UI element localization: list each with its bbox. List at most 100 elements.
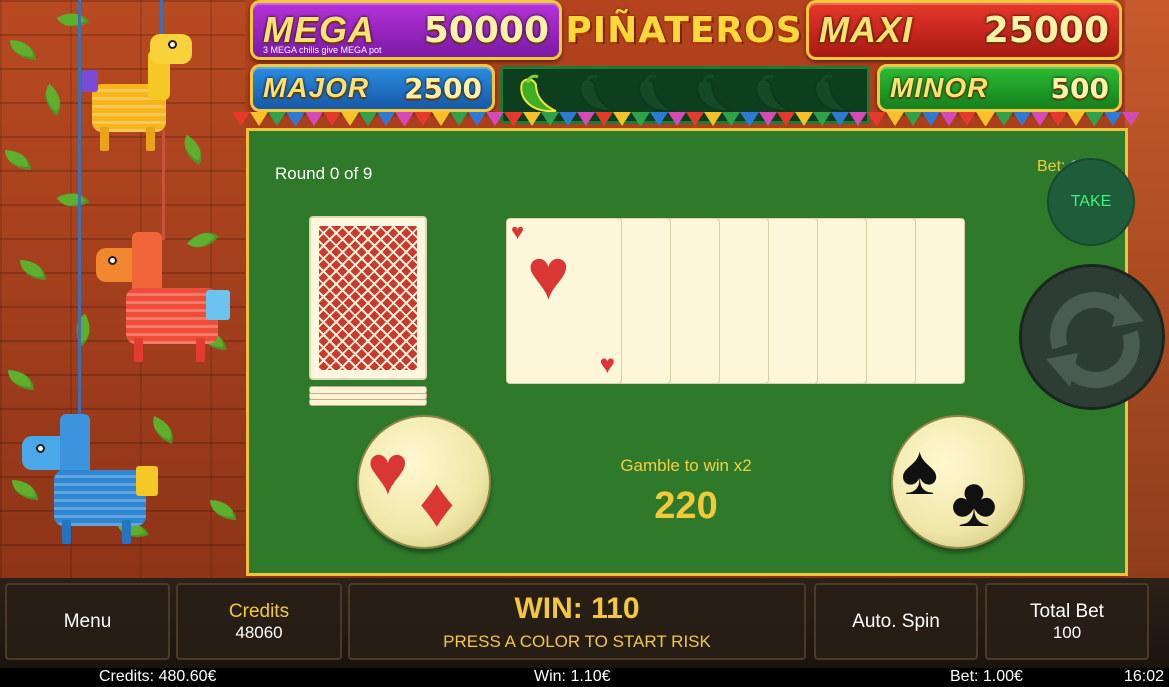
heart-icon: ♥ [527,235,570,315]
bunting-flag [776,112,795,126]
diamond-icon: ♦ [419,463,455,541]
blue-pinata [22,410,162,555]
bunting-flag [921,112,941,126]
bunting-flag [867,112,886,126]
bunting-flag [667,112,686,126]
status-bet: Bet: 1.00€ [950,668,1023,685]
minor-jackpot-name: MINOR [890,72,989,103]
chili-icon [520,74,557,113]
bunting-flag [685,112,705,126]
bunting-flag [359,112,378,126]
bunting-flag [903,112,922,126]
status-bar: Credits: 480.60€ Win: 1.10€ Bet: 1.00€ 1… [0,668,1169,687]
bunting-flag [958,112,977,126]
bunting-flag [304,112,323,126]
win-amount: WIN: 110 [514,591,640,625]
heart-icon: ♥ [367,431,409,509]
bunting-flag [649,112,668,126]
take-button[interactable]: TAKE [1047,158,1135,246]
bunting-flag [486,112,505,126]
bunting-flag [831,112,850,126]
major-jackpot-value: 2500 [404,71,482,105]
chili-icon [813,74,851,113]
mega-jackpot-note: 3 MEGA chilis give MEGA pot [263,45,382,55]
bunting-flag [377,112,396,126]
bunting-flag [268,112,287,126]
round-counter: Round 0 of 9 [275,164,373,183]
bunting-flag [1049,112,1068,126]
bunting-flag [322,112,341,126]
maxi-jackpot-name: MAXI [819,9,913,50]
bunting-flag [849,112,868,126]
mega-jackpot: MEGA 50000 3 MEGA chilis give MEGA pot [250,0,562,60]
bunting-flag [1121,112,1140,126]
bunting-flag [1067,112,1086,126]
bunting-flag [340,112,360,126]
bunting-flag [758,112,777,126]
credits-label: Credits [228,600,290,622]
bunting-flag [468,112,487,126]
credits-panel: Credits 48060 [176,583,342,660]
gamble-win-value: 220 [654,485,718,527]
chili-icon [579,74,616,113]
bunting-flag [558,112,577,126]
total-bet-panel[interactable]: Total Bet 100 [985,583,1149,660]
bunting-flag [994,112,1013,126]
bunting-flag [250,112,269,126]
red-color-button[interactable]: ♥ ♦ [357,415,491,549]
status-credits: Credits: 480.60€ [99,668,217,685]
win-panel: WIN: 110 PRESS A COLOR TO START RISK [348,583,806,660]
bunting-flag [1012,112,1031,126]
chili-icon [637,74,675,113]
club-icon: ♣ [951,463,997,541]
bunting-flag [722,112,741,126]
bunting-flag [413,112,432,126]
menu-button[interactable]: Menu [5,583,170,660]
card-deck [309,216,427,406]
maxi-jackpot-value: 25000 [983,9,1109,51]
credits-value: 48060 [235,622,283,642]
bunting-flag [522,112,541,126]
bunting-flag [286,112,305,126]
face-down-card [309,216,427,380]
maxi-jackpot: MAXI 25000 [806,0,1122,60]
bunting-flag [813,112,832,126]
orange-pinata [96,226,236,376]
major-jackpot-name: MAJOR [263,72,370,103]
status-clock: 16:02 [1124,668,1165,685]
autospin-label: Auto. Spin [852,610,940,632]
bunting-flag [613,112,632,126]
bunting-flag [232,112,251,126]
spin-button[interactable] [1019,264,1165,410]
bunting-flag [595,112,614,126]
chili-icon [696,74,733,113]
autospin-button[interactable]: Auto. Spin [814,583,978,660]
status-win: Win: 1.10€ [534,668,611,685]
bunting-flag [395,112,414,126]
bunting-flag [885,112,904,126]
bunting-flag [1103,112,1122,126]
pinata-rope [78,0,81,430]
major-jackpot: MAJOR 2500 [250,64,495,112]
game-logo: PIÑATEROS [565,9,803,51]
bunting-flag [976,112,995,126]
bunting-flag [1085,112,1104,126]
bunting-flag [540,112,559,126]
mega-jackpot-value: 50000 [423,9,549,51]
total-bet-value: 100 [1052,622,1082,642]
minor-jackpot: MINOR 500 [877,64,1122,112]
gamble-prompt: Gamble to win x2 [620,456,752,475]
bunting-flag [940,112,959,126]
yellow-pinata [82,22,202,152]
bunting-flag [449,112,469,126]
total-bet-label: Total Bet [1030,600,1104,622]
bunting-flag [504,112,523,126]
bunting-flag [740,112,759,126]
bunting-flag [576,112,596,126]
spade-icon: ♠ [901,431,939,509]
minor-jackpot-value: 500 [1050,71,1109,105]
menu-label: Menu [63,610,112,632]
heart-icon: ♥ [599,349,615,379]
black-color-button[interactable]: ♠ ♣ [891,415,1025,549]
history-card: ♥ ♥ ♥ [506,218,622,384]
